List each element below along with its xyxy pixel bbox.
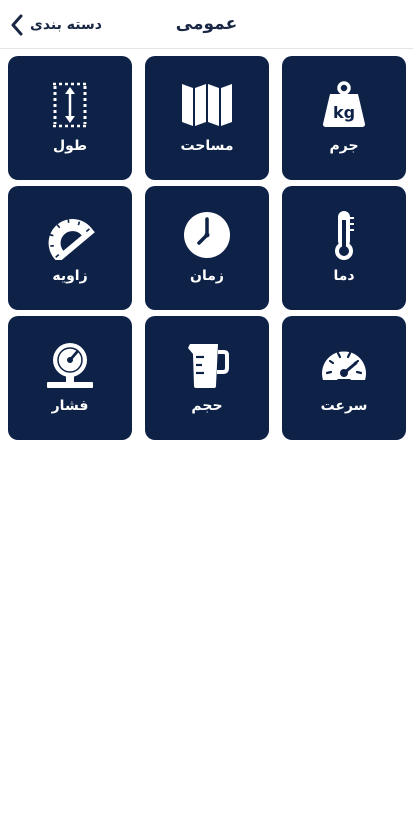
tile-area[interactable]: مساحت — [145, 56, 269, 180]
speedometer-icon — [322, 351, 366, 382]
tile-mass[interactable]: kg جرم — [282, 56, 406, 180]
thermometer-icon — [335, 211, 354, 260]
tile-label: دما — [333, 268, 355, 284]
page-title: عمومی — [175, 14, 238, 34]
pressure-gauge-icon — [47, 343, 93, 388]
tile-label: زاویه — [52, 268, 88, 284]
length-measure-icon — [53, 82, 87, 128]
tile-time[interactable]: زمان — [145, 186, 269, 310]
tile-speed[interactable]: سرعت — [282, 316, 406, 440]
top-navigation-bar: دسته بندی عمومی — [0, 0, 413, 49]
tile-label: فشار — [51, 398, 89, 414]
tile-label: حجم — [191, 398, 223, 414]
tile-length[interactable]: طول — [8, 56, 132, 180]
tile-volume[interactable]: حجم — [145, 316, 269, 440]
weight-kg-icon: kg — [323, 81, 365, 127]
tile-label: زمان — [190, 268, 224, 284]
tile-angle[interactable]: زاویه — [8, 186, 132, 310]
measuring-jug-icon — [188, 344, 229, 388]
tile-label: سرعت — [320, 398, 368, 414]
tile-label: جرم — [329, 138, 359, 154]
folded-map-icon — [182, 84, 232, 126]
tile-label: طول — [52, 138, 88, 154]
tile-label: مساحت — [180, 138, 234, 154]
weight-kg-text: kg — [333, 103, 355, 122]
tile-temperature[interactable]: دما — [282, 186, 406, 310]
clock-icon — [184, 212, 230, 258]
unit-category-grid: kg جرم مساحت طول دما زمان زاویه سرعت حجم… — [8, 56, 406, 440]
protractor-icon — [48, 219, 95, 260]
tile-pressure[interactable]: فشار — [8, 316, 132, 440]
